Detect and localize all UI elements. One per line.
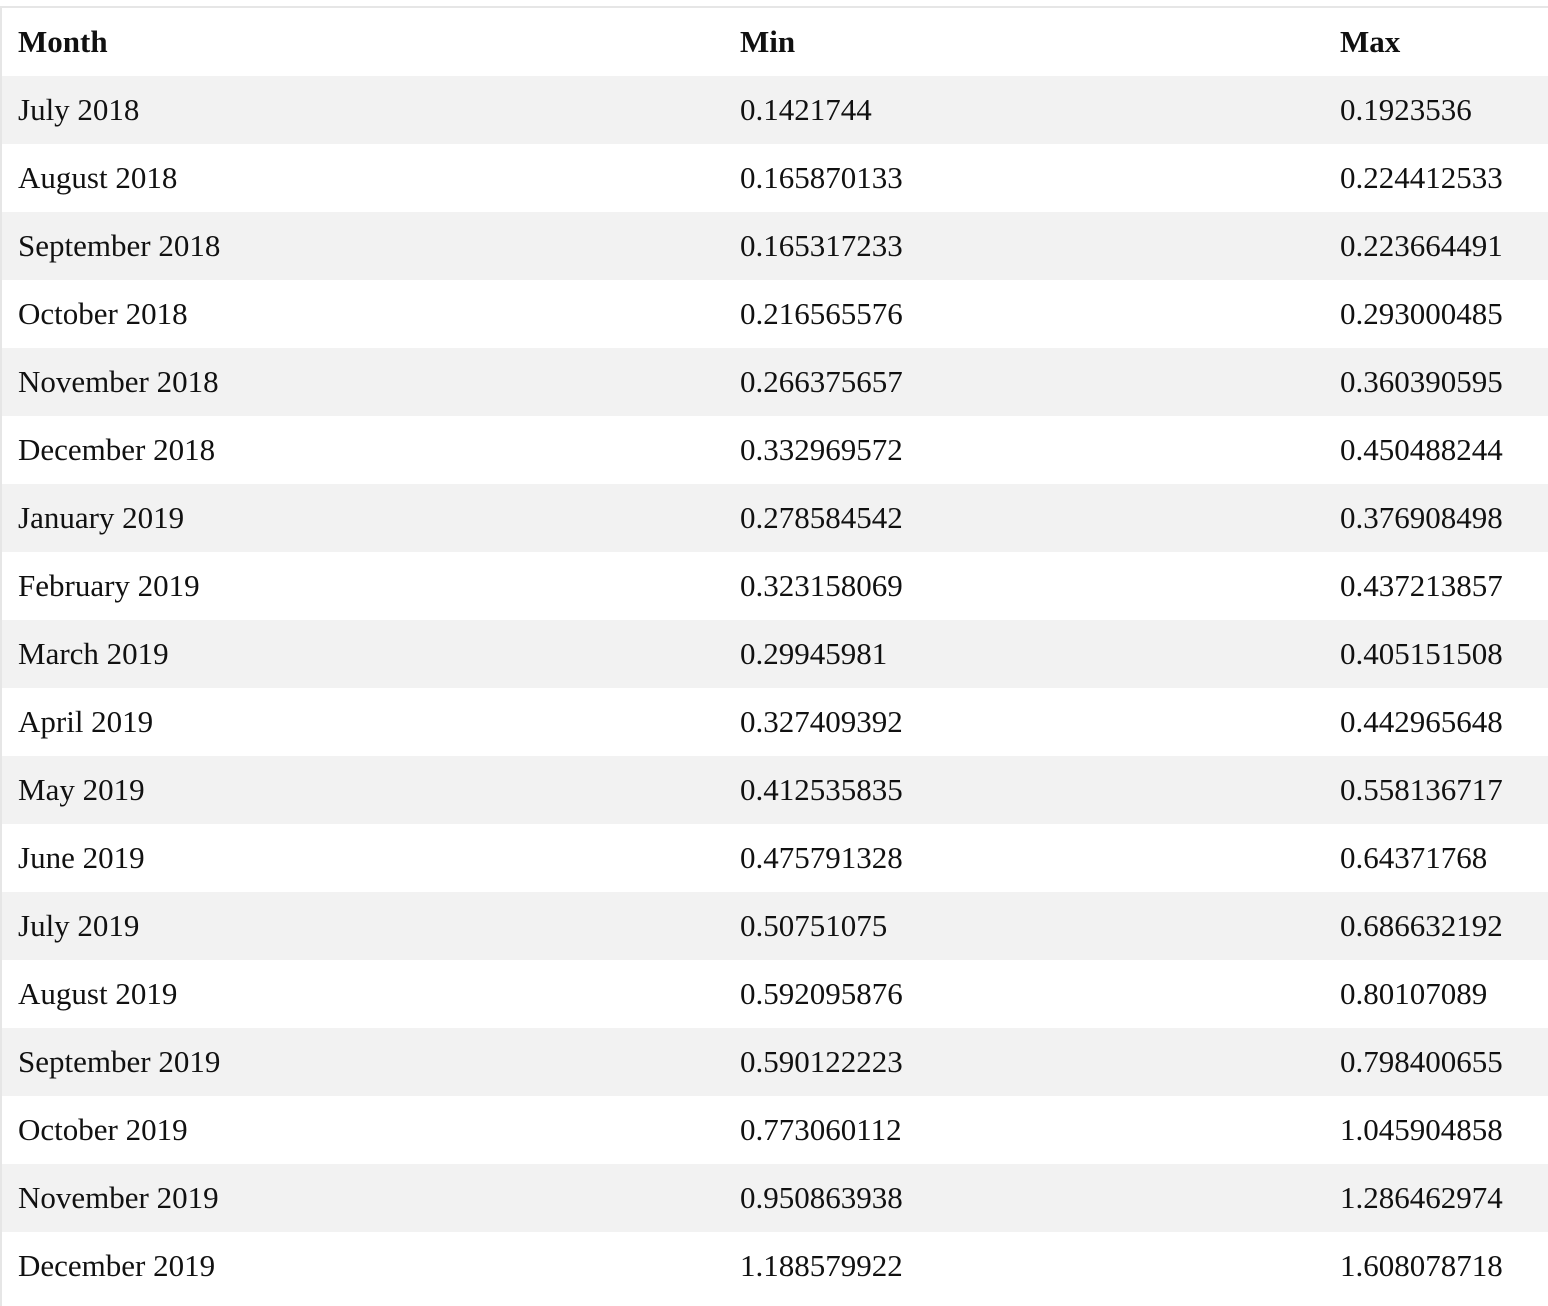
cell-month: April 2019 <box>2 688 724 756</box>
cell-min: 0.412535835 <box>724 756 1324 824</box>
cell-max: 0.558136717 <box>1324 756 1548 824</box>
cell-min: 0.216565576 <box>724 280 1324 348</box>
cell-max: 0.450488244 <box>1324 416 1548 484</box>
cell-min: 0.50751075 <box>724 892 1324 960</box>
cell-max: 0.360390595 <box>1324 348 1548 416</box>
table-row: May 2019 0.412535835 0.558136717 <box>2 756 1548 824</box>
table-row: September 2019 0.590122223 0.798400655 <box>2 1028 1548 1096</box>
table-row: November 2018 0.266375657 0.360390595 <box>2 348 1548 416</box>
cell-min: 0.475791328 <box>724 824 1324 892</box>
cell-month: February 2019 <box>2 552 724 620</box>
cell-max: 0.224412533 <box>1324 144 1548 212</box>
cell-month: September 2019 <box>2 1028 724 1096</box>
cell-min: 0.332969572 <box>724 416 1324 484</box>
table-body: July 2018 0.1421744 0.1923536 August 2018 0.… <box>2 76 1548 1300</box>
cell-min: 0.950863938 <box>724 1164 1324 1232</box>
table-row: October 2018 0.216565576 0.293000485 <box>2 280 1548 348</box>
cell-max: 0.293000485 <box>1324 280 1548 348</box>
column-header-max: Max <box>1340 24 1401 59</box>
cell-month: March 2019 <box>2 620 724 688</box>
table-row: October 2019 0.773060112 1.045904858 <box>2 1096 1548 1164</box>
table-row: July 2018 0.1421744 0.1923536 <box>2 76 1548 144</box>
table-row: February 2019 0.323158069 0.437213857 <box>2 552 1548 620</box>
cell-month: July 2018 <box>2 76 724 144</box>
cell-month: October 2019 <box>2 1096 724 1164</box>
table-row: July 2019 0.50751075 0.686632192 <box>2 892 1548 960</box>
cell-max: 0.405151508 <box>1324 620 1548 688</box>
column-header-month: Month <box>18 24 108 59</box>
cell-month: May 2019 <box>2 756 724 824</box>
cell-max: 0.376908498 <box>1324 484 1548 552</box>
cell-month: June 2019 <box>2 824 724 892</box>
cell-min: 0.278584542 <box>724 484 1324 552</box>
cell-month: August 2018 <box>2 144 724 212</box>
cell-month: September 2018 <box>2 212 724 280</box>
cell-min: 0.1421744 <box>724 76 1324 144</box>
cell-max: 0.64371768 <box>1324 824 1548 892</box>
table-row: January 2019 0.278584542 0.376908498 <box>2 484 1548 552</box>
cell-month: October 2018 <box>2 280 724 348</box>
table-row: August 2018 0.165870133 0.224412533 <box>2 144 1548 212</box>
table-row: September 2018 0.165317233 0.223664491 <box>2 212 1548 280</box>
cell-max: 0.437213857 <box>1324 552 1548 620</box>
table-row: March 2019 0.29945981 0.405151508 <box>2 620 1548 688</box>
cell-max: 0.1923536 <box>1324 76 1548 144</box>
table-row: December 2019 1.188579922 1.608078718 <box>2 1232 1548 1300</box>
cell-month: December 2019 <box>2 1232 724 1300</box>
cell-min: 0.327409392 <box>724 688 1324 756</box>
cell-min: 0.29945981 <box>724 620 1324 688</box>
table-header-row: Month Min Max <box>2 8 1548 76</box>
cell-max: 1.045904858 <box>1324 1096 1548 1164</box>
cell-max: 0.798400655 <box>1324 1028 1548 1096</box>
cell-min: 0.266375657 <box>724 348 1324 416</box>
table-row: August 2019 0.592095876 0.80107089 <box>2 960 1548 1028</box>
cell-max: 0.80107089 <box>1324 960 1548 1028</box>
cell-month: November 2018 <box>2 348 724 416</box>
cell-month: July 2019 <box>2 892 724 960</box>
cell-max: 0.686632192 <box>1324 892 1548 960</box>
cell-min: 1.188579922 <box>724 1232 1324 1300</box>
cell-min: 0.165870133 <box>724 144 1324 212</box>
cell-max: 1.286462974 <box>1324 1164 1548 1232</box>
table-row: November 2019 0.950863938 1.286462974 <box>2 1164 1548 1232</box>
table-row: December 2018 0.332969572 0.450488244 <box>2 416 1548 484</box>
table-row: April 2019 0.327409392 0.442965648 <box>2 688 1548 756</box>
cell-month: January 2019 <box>2 484 724 552</box>
table-row: June 2019 0.475791328 0.64371768 <box>2 824 1548 892</box>
cell-min: 0.592095876 <box>724 960 1324 1028</box>
cell-month: August 2019 <box>2 960 724 1028</box>
cell-month: November 2019 <box>2 1164 724 1232</box>
cell-max: 0.442965648 <box>1324 688 1548 756</box>
cell-max: 0.223664491 <box>1324 212 1548 280</box>
cell-min: 0.590122223 <box>724 1028 1324 1096</box>
column-header-min: Min <box>740 24 796 59</box>
cell-min: 0.773060112 <box>724 1096 1324 1164</box>
cell-month: December 2018 <box>2 416 724 484</box>
min-max-table: Month Min Max July 2018 0.1421744 0.192353… <box>2 8 1548 1300</box>
cell-min: 0.323158069 <box>724 552 1324 620</box>
page: Month Min Max July 2018 0.1421744 0.192353… <box>0 0 1548 1306</box>
cell-max: 1.608078718 <box>1324 1232 1548 1300</box>
cell-min: 0.165317233 <box>724 212 1324 280</box>
